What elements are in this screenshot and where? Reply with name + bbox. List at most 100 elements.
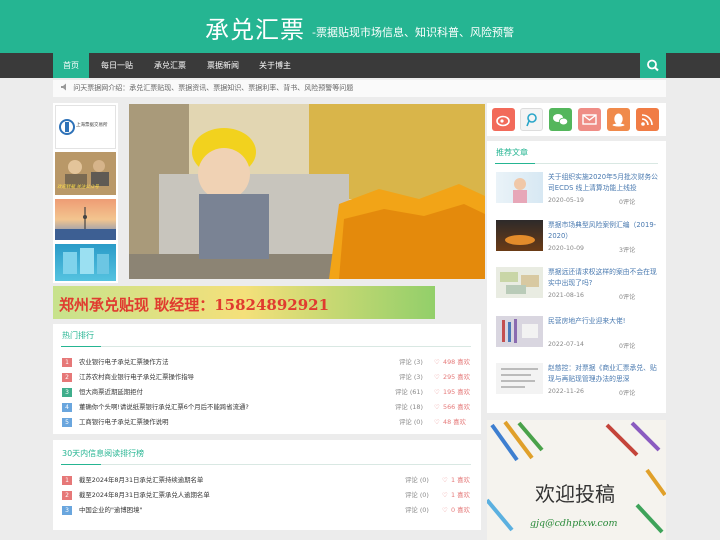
contribute-ad[interactable]: 欢迎投稿 gjq@cdhptxw.com [485,420,667,540]
list-item[interactable]: 3 恒大商票近期延期拒付 评论 (61) ♡ 195 喜欢 [62,385,472,399]
search-button[interactable] [640,53,666,78]
rank-number: 5 [62,418,72,427]
article-title[interactable]: 民营房地产行业迎来大佬! [548,316,660,327]
article-date: 2020-05-19 [548,197,584,204]
nav-item-home[interactable]: 首页 [53,53,89,78]
heart-icon: ♡ [442,491,448,499]
hot-ranking-title: 热门排行 [62,331,94,340]
weibo-glyph [496,115,510,127]
recommended-item[interactable]: 关于组织实施2020年5月批次财务公司ECDS 线上清算功能上线投 2020-0… [496,172,661,214]
nav-item-acceptance[interactable]: 承兑汇票 [145,53,195,78]
divider [61,464,471,465]
recommended-item[interactable]: 票据市场典型风险案例汇编（2019-2020） 2020-10-09 3评论 [496,220,661,262]
article-comments: 0评论 [619,199,636,206]
nav-item-daily[interactable]: 每日一贴 [92,53,142,78]
article-title[interactable]: 赵慈控：对票据《商业汇票承兑、贴现与再贴现管理办法的思深 [548,363,660,385]
heart-icon: ♡ [442,506,448,514]
rank-likes: 295 喜欢 [443,373,471,381]
feature-image [129,104,485,279]
article-thumbnail[interactable] [496,220,543,251]
rss-glyph [641,114,653,126]
rank-title[interactable]: 董确你个头啊!请说纸票银行承兑汇票6个月后不能跨省流通? [79,400,249,414]
qq-weibo-icon[interactable] [520,108,543,131]
article-date: 2022-07-14 [548,341,584,348]
rank-title[interactable]: 工商银行电子承兑汇票操作说明 [79,415,168,429]
rank-title[interactable]: 恒大商票近期延期拒付 [79,385,143,399]
article-title[interactable]: 票据远还请求权这样的案由不会在现实中出现了吗? [548,267,660,289]
rank-title[interactable]: 农业银行电子承兑汇票操作方法 [79,355,168,369]
rank-likes: 1 喜欢 [451,476,470,484]
mail-icon[interactable] [578,108,601,131]
heart-icon: ♡ [434,358,440,366]
thumbnail-image [513,178,527,203]
month-ranking-panel: 30天内信息阅读排行榜 1 截至2024年8月31日承兑汇票持续逾期名单 评论 … [53,440,481,530]
article-comments: 0评论 [619,343,636,350]
rank-likes: 498 喜欢 [443,358,471,366]
article-title[interactable]: 票据市场典型风险案例汇编（2019-2020） [548,220,660,242]
thumb-caption: 欢迎转载 关注公众号 [57,185,99,190]
rank-number: 1 [62,476,72,485]
list-item[interactable]: 1 农业银行电子承兑汇票操作方法 评论 (3) ♡ 498 喜欢 [62,355,472,369]
rank-comments: 评论 (61) [395,388,423,396]
rank-comments: 评论 (3) [399,373,423,381]
heart-icon: ♡ [434,373,440,381]
article-thumbnail[interactable] [496,267,543,298]
rank-comments: 评论 (0) [405,506,429,514]
article-thumbnail[interactable] [496,316,543,347]
rank-comments: 评论 (0) [405,491,429,499]
list-item[interactable]: 4 董确你个头啊!请说纸票银行承兑汇票6个月后不能跨省流通? 评论 (18) ♡… [62,400,472,414]
site-title[interactable]: 承兑汇票 [205,10,305,45]
rank-likes: 0 喜欢 [451,506,470,514]
recommended-item[interactable]: 民营房地产行业迎来大佬! 2022-07-14 0评论 [496,316,661,358]
list-item[interactable]: 3 中国企业的"逾博困境" 评论 (0) ♡ 0 喜欢 [62,503,472,517]
rank-comments: 评论 (0) [405,476,429,484]
recommended-panel: 推荐文章 关于组织实施2020年5月批次财务公司ECDS 线上清算功能上线投 2… [487,141,666,413]
main-nav: 首页 每日一贴 承兑汇票 票据新闻 关于博主 [0,53,720,78]
weibo-icon[interactable] [492,108,515,131]
heart-icon: ♡ [434,403,440,411]
heart-icon: ♡ [434,388,440,396]
article-comments: 0评论 [619,390,636,397]
rank-title[interactable]: 截至2024年8月31日承兑汇票承兑人逾期名单 [79,488,210,502]
thumbnail-image [502,319,538,343]
thumb-city[interactable] [55,199,116,240]
wechat-icon[interactable] [549,108,572,131]
list-item[interactable]: 1 截至2024年8月31日承兑汇票持续逾期名单 评论 (0) ♡ 1 喜欢 [62,473,472,487]
ad-email[interactable]: gjq@cdhptxw.com [530,518,617,529]
qq-weibo-glyph [526,113,537,127]
site-subtitle: -票据贴现市场信息、知识科普、风险预警 [312,26,514,39]
thumb-blue[interactable] [55,244,116,281]
wechat-glyph [553,114,569,126]
rank-number: 2 [62,491,72,500]
article-thumbnail[interactable] [496,363,543,394]
list-item[interactable]: 5 工商银行电子承兑汇票操作说明 评论 (0) ♡ 48 喜欢 [62,415,472,429]
qq-icon[interactable] [607,108,630,131]
divider-accent [495,163,535,164]
rss-icon[interactable] [636,108,659,131]
rank-title[interactable]: 中国企业的"逾博困境" [79,503,142,517]
recommended-item[interactable]: 票据远还请求权这样的案由不会在现实中出现了吗? 2021-08-16 0评论 [496,267,661,309]
nav-item-about[interactable]: 关于博主 [250,53,300,78]
thumbnail-image [501,368,538,388]
thumb-city-image [55,207,116,240]
rank-title[interactable]: 江苏农村商业银行电子承兑汇票操作指导 [79,370,194,384]
rank-number: 1 [62,358,72,367]
nav-item-news[interactable]: 票据新闻 [198,53,248,78]
speaker-icon [61,83,66,91]
article-date: 2020-10-09 [548,245,584,252]
list-item[interactable]: 2 截至2024年8月31日承兑汇票承兑人逾期名单 评论 (0) ♡ 1 喜欢 [62,488,472,502]
thumb-logo[interactable]: 上海票据交易所 [55,105,116,149]
rank-comments: 评论 (3) [399,358,423,366]
article-thumbnail[interactable] [496,172,543,203]
thumb-crowd[interactable]: 欢迎转载 关注公众号 [55,152,116,195]
rank-title[interactable]: 截至2024年8月31日承兑汇票持续逾期名单 [79,473,203,487]
recommended-item[interactable]: 赵慈控：对票据《商业汇票承兑、贴现与再贴现管理办法的思深 2022-11-26 … [496,363,661,405]
article-title[interactable]: 关于组织实施2020年5月批次财务公司ECDS 线上清算功能上线投 [548,172,660,194]
list-item[interactable]: 2 江苏农村商业银行电子承兑汇票操作指导 评论 (3) ♡ 295 喜欢 [62,370,472,384]
search-icon [647,59,659,72]
rank-number: 2 [62,373,72,382]
feature-slide[interactable] [129,104,485,279]
rank-number: 3 [62,506,72,515]
rank-comments: 评论 (0) [399,418,423,426]
contact-banner[interactable]: 郑州承兑贴现 耿经理：15824892921 [53,286,435,319]
